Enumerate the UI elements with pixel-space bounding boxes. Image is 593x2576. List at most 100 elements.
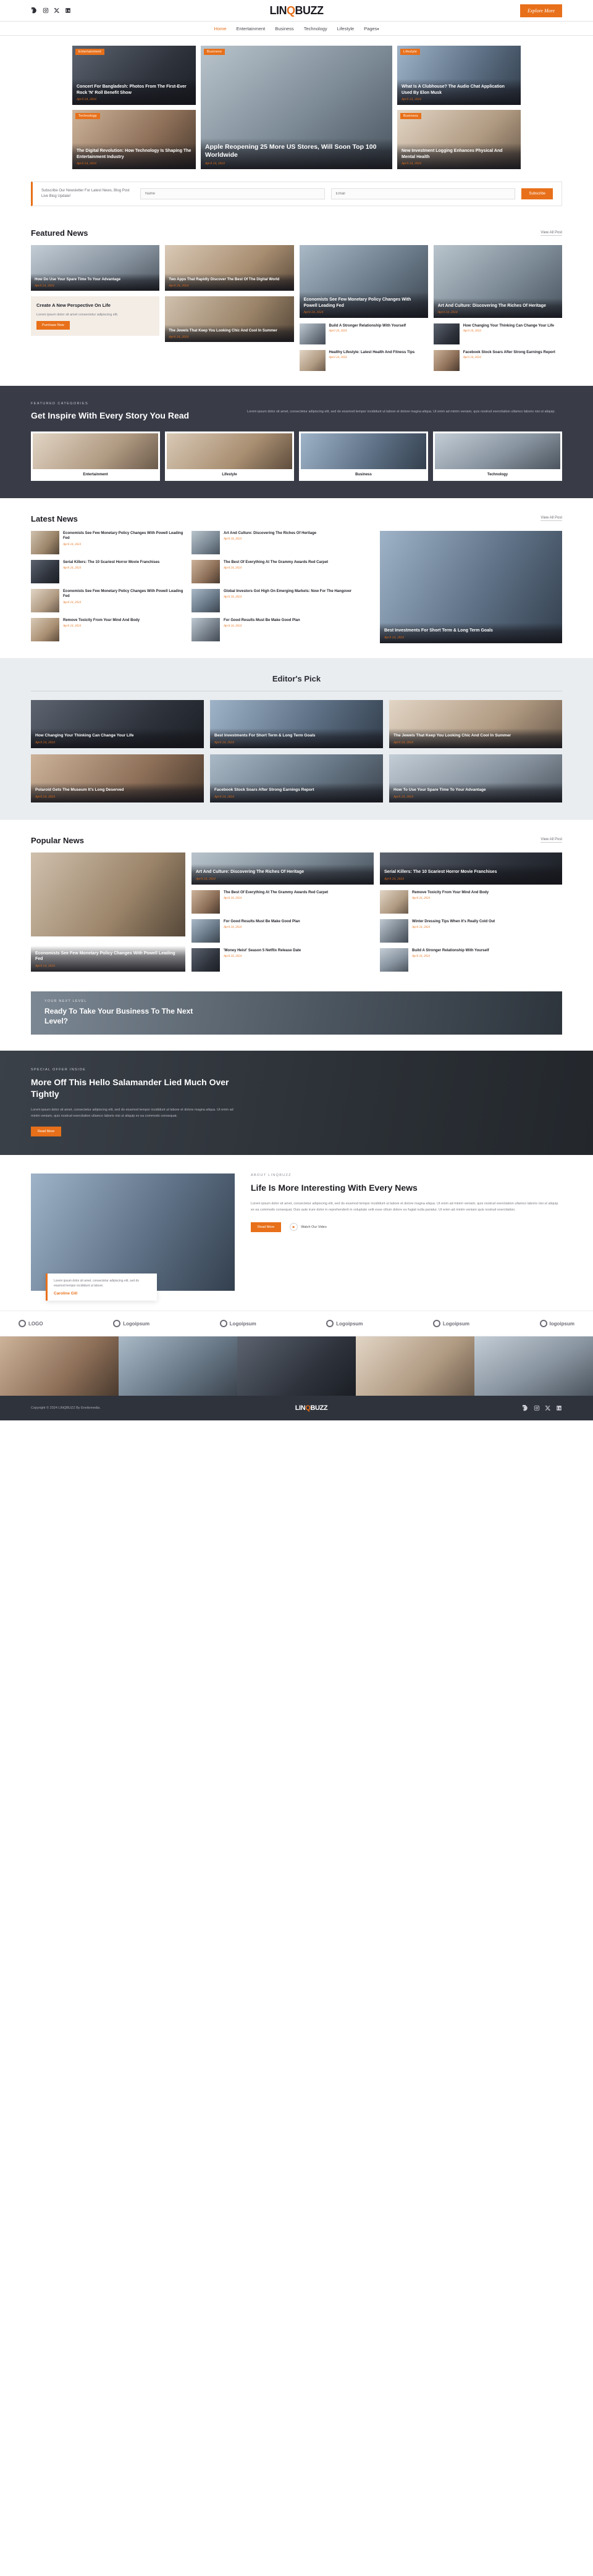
list-item[interactable]: For Good Results Must Be Make Good Plan … <box>191 919 374 943</box>
list-item-title[interactable]: Facebook Stock Soars After Strong Earnin… <box>463 350 555 355</box>
watch-video-button[interactable]: ▶ Watch Our Video <box>290 1223 327 1232</box>
category-tag[interactable]: Entertainment <box>75 49 104 55</box>
latest-view-all-link[interactable]: View All Post <box>540 516 562 522</box>
editors-title[interactable]: How To Use Your Spare Time To Your Advan… <box>393 788 558 793</box>
hero-card[interactable]: Lifestyle What Is A Clubhouse? The Audio… <box>397 46 521 105</box>
featured-card[interactable]: The Jewels That Keep You Looking Chic An… <box>165 296 294 342</box>
category-tag[interactable]: Lifestyle <box>400 49 420 55</box>
featured-title[interactable]: Art And Culture: Discovering The Riches … <box>438 303 558 309</box>
list-item-title[interactable]: Global Investors Got High On Emerging Ma… <box>224 589 351 594</box>
hero-title[interactable]: New Investment Logging Enhances Physical… <box>402 148 516 160</box>
list-item[interactable]: Remove Toxicity From Your Mind And Body … <box>31 617 185 641</box>
list-item[interactable]: Facebook Stock Soars After Strong Earnin… <box>433 350 562 371</box>
list-item[interactable]: Global Investors Got High On Emerging Ma… <box>191 588 374 612</box>
featured-title[interactable]: Economists See Few Monetary Policy Chang… <box>304 297 424 309</box>
featured-title[interactable]: Two Apps That Rapidly Discover The Best … <box>169 277 290 282</box>
popular-title[interactable]: Serial Killers: The 10 Scariest Horror M… <box>384 869 558 875</box>
list-item[interactable]: Economists See Few Monetary Policy Chang… <box>31 588 185 612</box>
gallery-image[interactable] <box>474 1336 593 1396</box>
popular-feature-card[interactable]: Economists See Few Monetary Policy Chang… <box>31 852 185 972</box>
hero-title[interactable]: Concert For Bangladesh: Photos From The … <box>77 84 191 96</box>
hero-main-card[interactable]: Business Apple Reopening 25 More US Stor… <box>201 46 392 169</box>
category-card-lifestyle[interactable]: Lifestyle <box>165 431 294 481</box>
instagram-icon[interactable] <box>42 7 49 14</box>
footer-logo[interactable]: LINQBUZZ <box>295 1404 328 1412</box>
list-item-title[interactable]: Economists See Few Monetary Policy Chang… <box>63 589 185 599</box>
linkedin-icon[interactable] <box>64 7 71 14</box>
featured-card[interactable]: Two Apps That Rapidly Discover The Best … <box>165 245 294 291</box>
nav-item-lifestyle[interactable]: Lifestyle <box>337 26 355 31</box>
list-item[interactable]: How Changing Your Thinking Can Change Yo… <box>433 323 562 344</box>
list-item[interactable]: Winter Dressing Tips When It's Really Co… <box>380 919 562 943</box>
editors-card[interactable]: How Changing Your Thinking Can Change Yo… <box>31 699 204 748</box>
list-item-title[interactable]: Remove Toxicity From Your Mind And Body <box>63 618 140 623</box>
site-logo[interactable]: LINQBUZZ <box>0 4 593 17</box>
partner-logo[interactable]: Logoipsum <box>219 1320 256 1328</box>
list-item-title[interactable]: Remove Toxicity From Your Mind And Body <box>412 890 489 895</box>
list-item-title[interactable]: The Best Of Everything At The Grammy Awa… <box>224 560 328 565</box>
latest-feature-title[interactable]: Best Investments For Short Term & Long T… <box>384 628 558 633</box>
x-icon[interactable] <box>544 1405 551 1412</box>
category-card-technology[interactable]: Technology <box>433 431 562 481</box>
x-icon[interactable] <box>53 7 60 14</box>
list-item-title[interactable]: Build A Stronger Relationship With Yours… <box>412 948 489 953</box>
special-read-more-button[interactable]: Read More <box>31 1127 62 1137</box>
editors-card[interactable]: How To Use Your Spare Time To Your Advan… <box>389 754 562 802</box>
list-item-title[interactable]: Serial Killers: The 10 Scariest Horror M… <box>63 560 159 565</box>
featured-card-tall[interactable]: Economists See Few Monetary Policy Chang… <box>299 245 428 318</box>
nav-item-home[interactable]: Home <box>214 26 227 31</box>
popular-card[interactable]: Art And Culture: Discovering The Riches … <box>191 852 374 885</box>
nav-item-business[interactable]: Business <box>275 26 293 31</box>
list-item-title[interactable]: Winter Dressing Tips When It's Really Co… <box>412 919 495 924</box>
list-item-title[interactable]: Healthy Lifestyle: Latest Health And Fit… <box>329 350 415 355</box>
list-item[interactable]: Economists See Few Monetary Policy Chang… <box>31 530 185 554</box>
list-item[interactable]: Build A Stronger Relationship With Yours… <box>380 948 562 972</box>
editors-card[interactable]: Best Investments For Short Term & Long T… <box>210 699 383 748</box>
featured-card[interactable]: How Do Use Your Spare Time To Your Advan… <box>31 245 160 291</box>
category-tag[interactable]: Business <box>400 113 421 119</box>
popular-card[interactable]: Serial Killers: The 10 Scariest Horror M… <box>380 852 562 885</box>
nav-item-pages[interactable]: Pages▾ <box>364 26 379 31</box>
category-tag[interactable]: Technology <box>75 113 100 119</box>
about-read-more-button[interactable]: Read More <box>251 1222 282 1232</box>
newsletter-subscribe-button[interactable]: Subscribe <box>521 188 553 199</box>
popular-view-all-link[interactable]: View All Post <box>540 838 562 843</box>
list-item-title[interactable]: 'Money Heist' Season 5 Netflix Release D… <box>224 948 301 953</box>
nav-item-technology[interactable]: Technology <box>304 26 327 31</box>
list-item-title[interactable]: How Changing Your Thinking Can Change Yo… <box>463 323 554 328</box>
cta-banner[interactable]: YOUR NEXT LEVEL Ready To Take Your Busin… <box>31 991 562 1035</box>
featured-card-tall[interactable]: Art And Culture: Discovering The Riches … <box>433 245 562 318</box>
list-item[interactable]: Art And Culture: Discovering The Riches … <box>191 530 374 554</box>
list-item[interactable]: Build A Stronger Relationship With Yours… <box>299 323 428 344</box>
hero-card[interactable]: Entertainment Concert For Bangladesh: Ph… <box>72 46 196 105</box>
editors-title[interactable]: How Changing Your Thinking Can Change Yo… <box>35 733 200 739</box>
editors-title[interactable]: Polaroid Gets The Museum It's Long Deser… <box>35 788 200 793</box>
list-item-title[interactable]: Art And Culture: Discovering The Riches … <box>224 531 316 536</box>
gallery-image[interactable] <box>119 1336 237 1396</box>
editors-title[interactable]: Best Investments For Short Term & Long T… <box>214 733 379 739</box>
featured-title[interactable]: The Jewels That Keep You Looking Chic An… <box>169 328 290 333</box>
category-tag[interactable]: Business <box>204 49 225 55</box>
hero-card[interactable]: Business New Investment Logging Enhances… <box>397 110 521 169</box>
popular-title[interactable]: Art And Culture: Discovering The Riches … <box>196 869 369 875</box>
category-card-entertainment[interactable]: Entertainment <box>31 431 160 481</box>
partner-logo[interactable]: Logoipsum <box>326 1320 363 1328</box>
hero-title[interactable]: The Digital Revolution: How Technology I… <box>77 148 191 160</box>
instagram-icon[interactable] <box>533 1405 540 1412</box>
featured-view-all-link[interactable]: View All Post <box>540 231 562 236</box>
list-item[interactable]: For Good Results Must Be Make Good Plan … <box>191 617 374 641</box>
explore-more-button[interactable]: Explore More <box>519 4 562 17</box>
editors-title[interactable]: Facebook Stock Soars After Strong Earnin… <box>214 788 379 793</box>
featured-title[interactable]: How Do Use Your Spare Time To Your Advan… <box>35 277 156 282</box>
facebook-icon[interactable] <box>31 7 38 14</box>
nav-item-entertainment[interactable]: Entertainment <box>237 26 266 31</box>
list-item[interactable]: The Best Of Everything At The Grammy Awa… <box>191 559 374 583</box>
list-item-title[interactable]: Build A Stronger Relationship With Yours… <box>329 323 406 328</box>
editors-card[interactable]: Facebook Stock Soars After Strong Earnin… <box>210 754 383 802</box>
promo-purchase-button[interactable]: Purchase Now <box>36 321 70 330</box>
hero-main-title[interactable]: Apple Reopening 25 More US Stores, Will … <box>205 143 388 160</box>
list-item[interactable]: The Best Of Everything At The Grammy Awa… <box>191 890 374 914</box>
partner-logo[interactable]: LOGO <box>19 1320 43 1328</box>
gallery-image[interactable] <box>356 1336 474 1396</box>
gallery-image[interactable] <box>0 1336 119 1396</box>
